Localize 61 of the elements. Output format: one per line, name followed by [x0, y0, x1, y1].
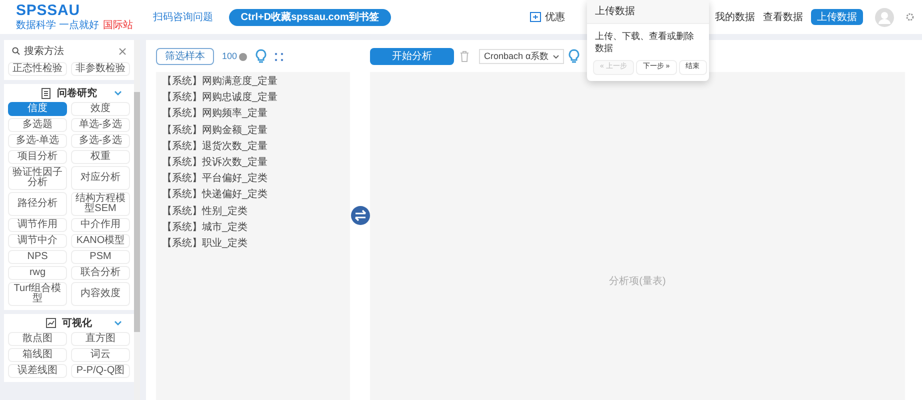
popover-title: 上传数据	[587, 0, 709, 24]
method-button[interactable]: 项目分析	[8, 150, 67, 164]
site-label: 国际站	[102, 20, 133, 31]
method-button[interactable]: 非参数检验	[71, 62, 130, 76]
method-button[interactable]: 调节中介	[8, 234, 67, 248]
upload-data-button[interactable]: 上传数据	[811, 9, 863, 25]
method-button[interactable]: Turf组合模型	[8, 282, 67, 306]
popover-text: 上传、下载、查看或删除数据	[594, 30, 695, 55]
variable-item[interactable]: 【系统】性别_定类	[162, 204, 344, 220]
variable-item[interactable]: 【系统】快递偏好_定类	[162, 187, 344, 204]
section-title[interactable]: 可视化	[62, 316, 92, 330]
variable-item[interactable]: 【系统】网购频率_定量	[162, 106, 344, 123]
method-button[interactable]: KANO模型	[71, 234, 130, 248]
method-button[interactable]: P-P/Q-Q图	[71, 364, 130, 378]
consult-link[interactable]: 扫码咨询问题	[152, 10, 213, 24]
method-button[interactable]: 误差线图	[8, 364, 67, 378]
method-button[interactable]: rwg	[8, 266, 67, 280]
bookmark-pill: Ctrl+D收藏spssau.com到书签	[228, 8, 391, 26]
method-button[interactable]: 中介作用	[71, 218, 130, 232]
logo[interactable]: SPSSAU	[16, 3, 133, 18]
method-button[interactable]: 验证性因子分析	[8, 166, 67, 190]
method-button[interactable]: 结构方程模型SEM	[71, 192, 130, 216]
promo-link[interactable]: 优惠	[545, 10, 565, 24]
filter-sample-button[interactable]: 筛选样本	[156, 48, 214, 65]
drop-area-hint: 分析项(量表)	[609, 274, 666, 288]
method-select[interactable]: Cronbach α系数	[479, 49, 564, 64]
section-title[interactable]: 问卷研究	[57, 86, 97, 100]
variable-item[interactable]: 【系统】网购满意度_定量	[162, 74, 344, 90]
variable-item[interactable]: 【系统】网购金额_定量	[162, 122, 344, 139]
variable-item[interactable]: 【系统】职业_定类	[162, 236, 344, 252]
method-button[interactable]: 多选题	[8, 118, 67, 132]
method-button[interactable]: 内容效度	[71, 282, 130, 306]
method-button[interactable]: 散点图	[8, 332, 67, 346]
nav-link[interactable]: 我的数据	[715, 10, 755, 24]
method-button[interactable]: 调节作用	[8, 218, 67, 232]
method-button[interactable]: 箱线图	[8, 348, 67, 362]
method-button[interactable]: 信度	[8, 102, 67, 116]
method-button[interactable]: 单选-多选	[71, 118, 130, 132]
start-analysis-button[interactable]: 开始分析	[370, 48, 454, 65]
variable-item[interactable]: 【系统】平台偏好_定类	[162, 171, 344, 188]
method-button[interactable]: NPS	[8, 250, 67, 264]
variable-item[interactable]: 【系统】网购忠诚度_定量	[162, 90, 344, 106]
method-button[interactable]: 路径分析	[8, 192, 67, 216]
method-button[interactable]: 效度	[71, 102, 130, 116]
method-button[interactable]: 对应分析	[71, 166, 130, 190]
variable-item[interactable]: 【系统】退货次数_定量	[162, 138, 344, 155]
method-button[interactable]: PSM	[71, 250, 130, 264]
variable-item[interactable]: 【系统】城市_定类	[162, 220, 344, 236]
search-field[interactable]: 搜索方法	[4, 40, 134, 62]
method-button[interactable]: 权重	[71, 150, 130, 164]
search-input[interactable]: 搜索方法	[24, 44, 84, 58]
sample-count: 100	[222, 50, 238, 63]
logo-slogan: 数据科学 一点就好	[16, 20, 99, 31]
method-button[interactable]: 多选-多选	[71, 134, 130, 148]
method-button[interactable]: 词云	[71, 348, 130, 362]
variable-item[interactable]: 【系统】投诉次数_定量	[162, 154, 344, 172]
method-button[interactable]: 联合分析	[71, 266, 130, 280]
method-button[interactable]: 正态性检验	[8, 62, 67, 76]
nav-link[interactable]: 查看数据	[763, 10, 803, 24]
method-button[interactable]: 多选-单选	[8, 134, 67, 148]
method-button[interactable]: 直方图	[71, 332, 130, 346]
